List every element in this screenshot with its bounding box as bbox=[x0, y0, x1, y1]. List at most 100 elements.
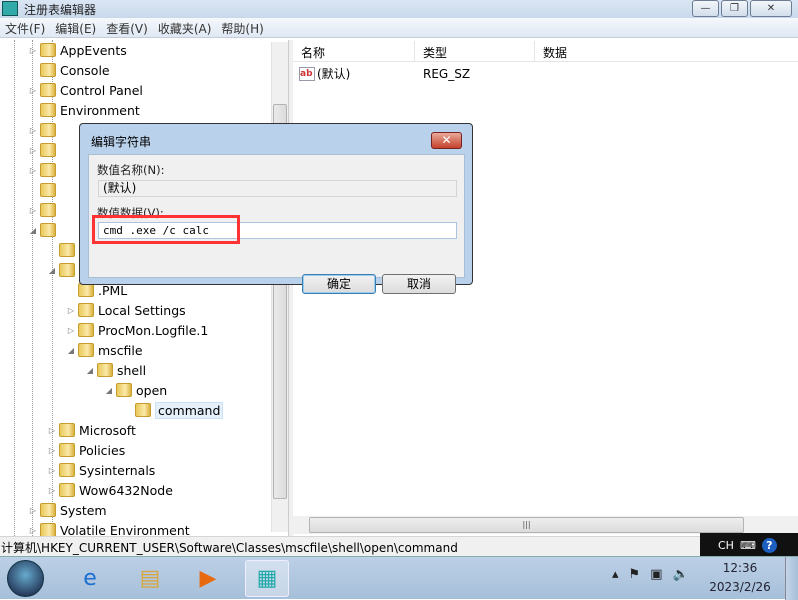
expand-arrow-icon[interactable]: ◢ bbox=[47, 266, 57, 275]
tree-item[interactable]: ▷ bbox=[28, 200, 60, 220]
value-name-field: (默认) bbox=[98, 180, 457, 197]
maximize-button[interactable]: ❐ bbox=[721, 0, 748, 17]
folder-icon bbox=[135, 403, 151, 417]
menu-view[interactable]: 查看(V) bbox=[101, 18, 153, 37]
volume-icon[interactable]: 🔈 bbox=[672, 567, 688, 582]
expand-arrow-icon[interactable]: ▷ bbox=[66, 306, 76, 315]
expand-arrow-icon[interactable]: ▷ bbox=[47, 466, 57, 475]
tree-item[interactable]: ▷ bbox=[28, 160, 60, 180]
expand-arrow-icon[interactable]: ◢ bbox=[85, 366, 95, 375]
explorer-icon[interactable]: ▤ bbox=[128, 560, 172, 597]
cancel-button[interactable]: 取消 bbox=[382, 274, 456, 294]
title-bar: 注册表编辑器 — ❐ ✕ bbox=[0, 0, 798, 18]
media-player-icon[interactable]: ▶ bbox=[186, 560, 230, 597]
expand-arrow-icon[interactable]: ◢ bbox=[104, 386, 114, 395]
expand-arrow-icon[interactable]: ◢ bbox=[66, 346, 76, 355]
language-indicator[interactable]: CH bbox=[718, 539, 734, 552]
tree-item[interactable]: ◢ open bbox=[104, 380, 167, 400]
minimize-button[interactable]: — bbox=[692, 0, 719, 17]
column-name[interactable]: 名称 bbox=[293, 41, 415, 61]
menu-bar: 文件(F) 编辑(E) 查看(V) 收藏夹(A) 帮助(H) bbox=[0, 18, 798, 38]
status-bar: 计算机\HKEY_CURRENT_USER\Software\Classes\m… bbox=[0, 536, 798, 556]
folder-icon bbox=[59, 243, 75, 257]
expand-arrow-icon[interactable]: ▷ bbox=[47, 486, 57, 495]
expand-arrow-icon[interactable]: ◢ bbox=[28, 226, 38, 235]
folder-icon bbox=[59, 483, 75, 497]
keyboard-icon[interactable]: ⌨ bbox=[740, 539, 756, 552]
folder-icon bbox=[40, 223, 56, 237]
clock[interactable]: 12:36 2023/2/26 bbox=[705, 559, 775, 597]
menu-help[interactable]: 帮助(H) bbox=[216, 18, 268, 37]
registry-tree: ▷ AppEvents Console ▷ Control Panel Environme… bbox=[0, 40, 289, 536]
flag-icon[interactable]: ⚑ bbox=[629, 567, 641, 582]
show-hidden-icons[interactable]: ▴ bbox=[612, 567, 619, 582]
tree-item[interactable] bbox=[47, 240, 79, 260]
scroll-thumb[interactable]: ||| bbox=[309, 517, 744, 533]
ie-icon[interactable]: e bbox=[68, 560, 112, 597]
tree-item[interactable]: ▷ Microsoft bbox=[47, 420, 136, 440]
ok-button[interactable]: 确定 bbox=[302, 274, 376, 294]
expand-arrow-icon[interactable]: ▷ bbox=[28, 146, 38, 155]
tree-item[interactable]: ▷ ProcMon.Logfile.1 bbox=[66, 320, 208, 340]
expand-arrow-icon[interactable]: ▷ bbox=[66, 326, 76, 335]
tree-item-label: Policies bbox=[79, 442, 126, 458]
tree-item-label: command bbox=[155, 401, 224, 419]
folder-icon bbox=[40, 103, 56, 117]
folder-icon bbox=[59, 463, 75, 477]
folder-icon bbox=[59, 423, 75, 437]
tree-item[interactable]: ◢ bbox=[28, 220, 60, 240]
close-button[interactable]: ✕ bbox=[750, 0, 792, 17]
expand-arrow-icon[interactable]: ▷ bbox=[28, 126, 38, 135]
show-desktop-button[interactable] bbox=[785, 557, 798, 600]
tree-vertical-scrollbar[interactable] bbox=[271, 42, 288, 532]
tree-item[interactable]: ▷ System bbox=[28, 500, 107, 520]
help-icon[interactable]: ? bbox=[761, 538, 777, 553]
folder-icon bbox=[40, 63, 56, 77]
tree-item-label: shell bbox=[117, 362, 147, 378]
tree-item-label: mscfile bbox=[98, 342, 143, 358]
tree-item[interactable]: ◢ bbox=[47, 260, 79, 280]
tree-item-label: Control Panel bbox=[60, 82, 143, 98]
regedit-taskbar-icon[interactable]: ▦ bbox=[245, 560, 289, 597]
tree-item[interactable]: Console bbox=[28, 60, 110, 80]
dialog-title: 编辑字符串 bbox=[91, 135, 152, 149]
folder-icon bbox=[78, 343, 94, 357]
tree-item[interactable]: ▷ bbox=[28, 120, 60, 140]
expand-arrow-icon[interactable]: ▷ bbox=[28, 166, 38, 175]
expand-arrow-icon[interactable]: ▷ bbox=[28, 506, 38, 515]
list-horizontal-scrollbar[interactable]: ||| bbox=[293, 516, 798, 534]
dialog-close-button[interactable]: ✕ bbox=[431, 132, 462, 149]
column-data[interactable]: 数据 bbox=[535, 41, 795, 61]
expand-arrow-icon[interactable]: ▷ bbox=[47, 446, 57, 455]
expand-arrow-icon[interactable]: ▷ bbox=[28, 46, 38, 55]
expand-arrow-icon[interactable]: ▷ bbox=[28, 526, 38, 535]
menu-file[interactable]: 文件(F) bbox=[0, 18, 50, 37]
tree-item[interactable]: ▷ Policies bbox=[47, 440, 125, 460]
tree-item[interactable]: ▷ Sysinternals bbox=[47, 460, 155, 480]
tree-item[interactable]: ▷ Control Panel bbox=[28, 80, 143, 100]
tree-item-label: Wow6432Node bbox=[79, 482, 173, 498]
folder-icon bbox=[40, 83, 56, 97]
tree-item-label: Microsoft bbox=[79, 422, 136, 438]
tree-item[interactable]: ▷ Volatile Environment bbox=[28, 520, 190, 536]
start-button[interactable] bbox=[7, 560, 44, 597]
tree-item[interactable]: ◢ mscfile bbox=[66, 340, 143, 360]
menu-favorites[interactable]: 收藏夹(A) bbox=[153, 18, 217, 37]
folder-icon bbox=[78, 323, 94, 337]
tree-item[interactable]: ▷ AppEvents bbox=[28, 40, 127, 60]
expand-arrow-icon[interactable]: ▷ bbox=[28, 86, 38, 95]
tree-item[interactable]: ▷ Wow6432Node bbox=[47, 480, 173, 500]
tree-item[interactable]: ◢ shell bbox=[85, 360, 146, 380]
list-item[interactable]: ab (默认) REG_SZ bbox=[299, 65, 543, 82]
expand-arrow-icon[interactable]: ▷ bbox=[47, 426, 57, 435]
tree-item[interactable]: ▷ Local Settings bbox=[66, 300, 186, 320]
expand-arrow-icon[interactable]: ▷ bbox=[28, 206, 38, 215]
tree-item[interactable]: ▷ bbox=[28, 140, 60, 160]
tree-item[interactable]: command bbox=[123, 400, 224, 420]
menu-edit[interactable]: 编辑(E) bbox=[50, 18, 101, 37]
column-type[interactable]: 类型 bbox=[415, 41, 535, 61]
network-icon[interactable]: ▣ bbox=[650, 567, 662, 582]
tree-item[interactable]: Environment bbox=[28, 100, 140, 120]
edit-string-dialog: 编辑字符串 ✕ 数值名称(N): (默认) 数值数据(V): cmd .exe … bbox=[79, 123, 473, 294]
tree-item[interactable] bbox=[28, 180, 60, 200]
